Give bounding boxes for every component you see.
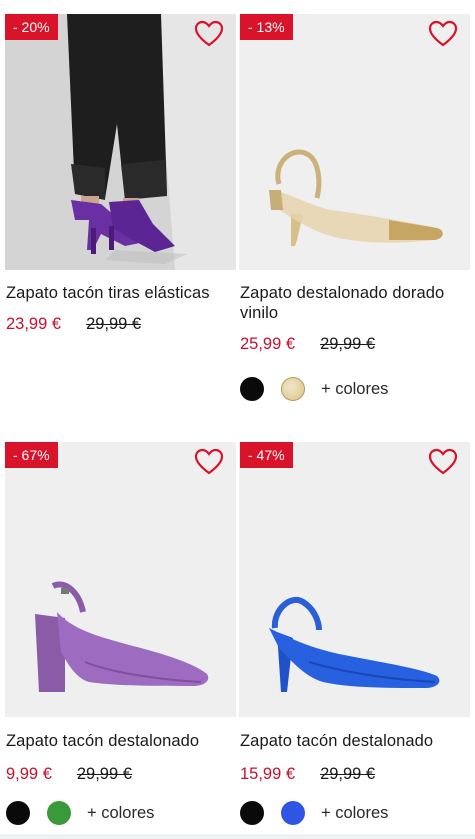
color-swatch-black[interactable] bbox=[240, 377, 264, 401]
gold-slingback-heel-illustration bbox=[239, 14, 470, 270]
color-swatch-gold[interactable] bbox=[281, 377, 305, 401]
product-name[interactable]: Zapato tacón destalonado bbox=[239, 731, 470, 751]
discount-badge: - 20% bbox=[5, 14, 58, 40]
product-image[interactable]: - 67% bbox=[5, 442, 236, 717]
discount-badge: - 67% bbox=[5, 442, 58, 468]
original-price: 29,99 € bbox=[86, 315, 142, 333]
sale-price: 9,99 € bbox=[6, 765, 52, 783]
more-colors-link[interactable]: + colores bbox=[87, 804, 154, 823]
product-name[interactable]: Zapato destalonado dorado vinilo bbox=[239, 283, 470, 323]
color-swatches: + colores bbox=[239, 376, 470, 402]
color-swatches: + colores bbox=[5, 800, 236, 826]
product-name[interactable]: Zapato tacón tiras elásticas bbox=[5, 283, 236, 303]
product-card[interactable]: - 47% Zapato tacón destalonado 15,99 € 2… bbox=[239, 442, 470, 826]
price-row: 9,99 € 29,99 € bbox=[5, 764, 236, 784]
product-image[interactable]: - 47% bbox=[239, 442, 470, 717]
color-swatch-blue[interactable] bbox=[281, 801, 305, 825]
sale-price: 23,99 € bbox=[6, 315, 62, 333]
heart-outline-icon[interactable] bbox=[194, 448, 224, 476]
discount-badge: - 13% bbox=[240, 14, 293, 40]
product-image[interactable]: - 13% bbox=[239, 14, 470, 270]
original-price: 29,99 € bbox=[320, 765, 376, 783]
purple-strappy-heel-illustration bbox=[5, 14, 236, 270]
more-colors-link[interactable]: + colores bbox=[321, 380, 388, 399]
original-price: 29,99 € bbox=[76, 765, 132, 783]
bottom-divider bbox=[0, 834, 475, 839]
color-swatches: + colores bbox=[239, 800, 470, 826]
original-price: 29,99 € bbox=[320, 335, 376, 353]
lilac-slingback-block-heel-illustration bbox=[5, 442, 236, 717]
color-swatch-black[interactable] bbox=[240, 801, 264, 825]
blue-slingback-heel-illustration bbox=[239, 442, 470, 717]
sale-price: 25,99 € bbox=[240, 335, 296, 353]
color-swatch-green[interactable] bbox=[47, 801, 71, 825]
product-name[interactable]: Zapato tacón destalonado bbox=[5, 731, 236, 751]
product-card[interactable]: - 20% Zapato tacón tiras elásticas 23,99… bbox=[5, 14, 236, 334]
discount-badge: - 47% bbox=[240, 442, 293, 468]
price-row: 15,99 € 29,99 € bbox=[239, 764, 470, 784]
price-row: 25,99 € 29,99 € bbox=[239, 334, 470, 354]
color-swatch-black[interactable] bbox=[6, 801, 30, 825]
more-colors-link[interactable]: + colores bbox=[321, 804, 388, 823]
sale-price: 15,99 € bbox=[240, 765, 296, 783]
product-card[interactable]: - 67% Zapato tacón destalonado 9,99 € 29… bbox=[5, 442, 236, 826]
heart-outline-icon[interactable] bbox=[194, 20, 224, 48]
product-image[interactable]: - 20% bbox=[5, 14, 236, 270]
product-card[interactable]: - 13% Zapato destalonado dorado vinilo 2… bbox=[239, 14, 470, 402]
heart-outline-icon[interactable] bbox=[428, 448, 458, 476]
heart-outline-icon[interactable] bbox=[428, 20, 458, 48]
price-row: 23,99 € 29,99 € bbox=[5, 314, 236, 334]
